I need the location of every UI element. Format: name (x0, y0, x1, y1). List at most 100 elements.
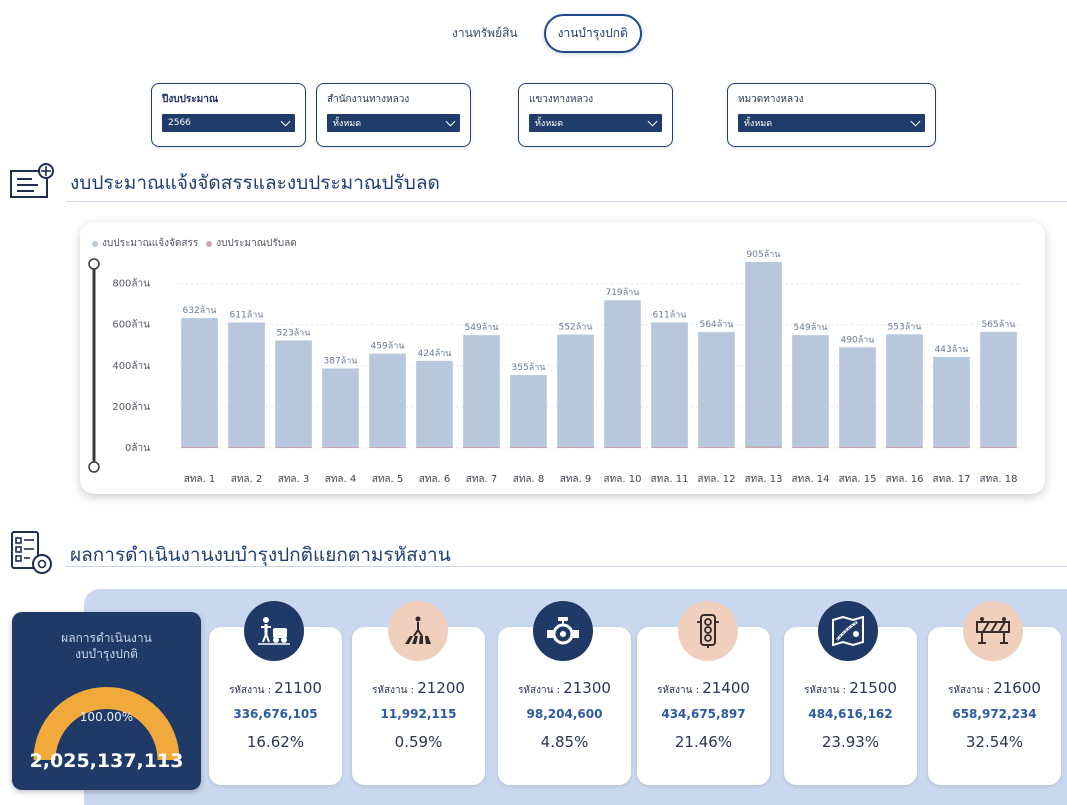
chevron-down-icon (910, 116, 921, 126)
job-code-label: รหัสงาน : (657, 685, 703, 696)
bar-allocated (275, 340, 312, 448)
valve-icon (533, 601, 593, 661)
job-amount: 484,616,162 (808, 707, 893, 721)
tab-assets[interactable]: งานทรัพย์สิน (440, 16, 530, 51)
x-tick-label: สทล. 8 (513, 474, 545, 485)
bar-reduced (228, 447, 265, 448)
select-value: ทั้งหมด (535, 119, 564, 129)
x-tick-label: สทล. 16 (886, 474, 924, 485)
bar-reduced (604, 447, 641, 448)
filter-highway-unit: หมวดทางหลวง ทั้งหมด (727, 83, 936, 147)
bar-allocated (181, 318, 218, 448)
x-tick-label: สทล. 14 (792, 474, 830, 485)
bar-reduced (510, 447, 547, 448)
filter-highway-district: แขวงทางหลวง ทั้งหมด (518, 83, 673, 147)
job-amount: 98,204,600 (526, 707, 603, 721)
y-tick-label: 0ล้าน (125, 442, 150, 454)
budget-bar-chart: 0ล้าน 200ล้าน 400ล้าน 600ล้าน 800ล้าน 632ล้าน… (88, 249, 1022, 485)
bar-allocated (510, 375, 547, 448)
data-label: 611ล้าน (653, 309, 687, 320)
x-tick-label: สทล. 12 (698, 474, 736, 485)
job-percent: 23.93% (821, 733, 880, 751)
total-title-line2: งบบำรุงปกติ (75, 647, 138, 661)
bar-reduced (698, 447, 735, 448)
bar-allocated (557, 334, 594, 448)
job-percent: 21.46% (674, 733, 733, 751)
total-title-line1: ผลการดำเนินงาน (61, 631, 152, 645)
results-checklist-icon (10, 530, 56, 580)
y-tick-label: 400ล้าน (112, 360, 150, 372)
job-code: รหัสงาน : 21100 (209, 679, 342, 698)
job-code-label: รหัสงาน : (372, 685, 418, 696)
x-tick-label: สทล. 17 (933, 474, 971, 485)
bar-allocated (886, 334, 923, 448)
bar-allocated (322, 368, 359, 448)
budget-document-icon (10, 163, 56, 203)
bar-reduced (416, 447, 453, 448)
data-label: 719ล้าน (606, 287, 640, 298)
road-map-icon (818, 601, 878, 661)
data-label: 549ล้าน (465, 322, 499, 333)
job-amount: 434,675,897 (661, 707, 746, 721)
bar-allocated (792, 335, 829, 448)
select-value: 2566 (168, 118, 191, 128)
results-section-header: ผลการดำเนินงานงบบำรุงปกติแยกตามรหัสงาน (10, 530, 451, 580)
x-tick-label: สทล. 5 (372, 474, 404, 485)
chevron-down-icon (280, 116, 291, 126)
bar-reduced (557, 447, 594, 448)
filter-label: หมวดทางหลวง (738, 94, 804, 105)
job-percent: 16.62% (246, 733, 305, 751)
budget-section-header: งบประมาณแจ้งจัดสรรและงบประมาณปรับลด (10, 163, 440, 203)
bar-reduced (651, 447, 688, 448)
x-tick-label: สทล. 6 (419, 474, 451, 485)
data-label: 549ล้าน (794, 322, 828, 333)
data-label: 424ล้าน (418, 348, 452, 359)
bar-reduced (980, 447, 1017, 448)
job-code-label: รหัสงาน : (948, 685, 994, 696)
tab-routine-maintenance[interactable]: งานบำรุงปกติ (543, 14, 642, 53)
job-amount: 658,972,234 (952, 707, 1037, 721)
select-value: ทั้งหมด (744, 119, 773, 129)
select-value: ทั้งหมด (333, 119, 362, 129)
bar-reduced (322, 447, 359, 448)
chevron-down-icon (445, 116, 456, 126)
bar-allocated (651, 322, 688, 448)
bar-reduced (745, 446, 782, 448)
bar-reduced (181, 446, 218, 448)
bar-allocated (933, 356, 970, 448)
fiscal-year-select[interactable]: 2566 (162, 114, 295, 132)
bar-allocated (228, 322, 265, 448)
bar-allocated (745, 262, 782, 448)
range-slider-handle-bottom (88, 461, 100, 473)
x-tick-label: สทล. 4 (325, 474, 357, 485)
job-code-value: 21400 (702, 679, 750, 697)
data-label: 553ล้าน (888, 321, 922, 332)
job-code-label: รหัสงาน : (804, 685, 850, 696)
section-divider (66, 201, 1067, 202)
highway-district-select[interactable]: ทั้งหมด (529, 114, 662, 132)
bar-allocated (698, 332, 735, 448)
highway-unit-select[interactable]: ทั้งหมด (738, 114, 925, 132)
x-tick-label: สทล. 7 (466, 474, 498, 485)
data-label: 564ล้าน (700, 319, 734, 330)
job-percent: 4.85% (540, 733, 589, 751)
dashboard-tabs: งานทรัพย์สิน งานบำรุงปกติ (440, 14, 642, 53)
bar-allocated (463, 335, 500, 448)
highway-office-select[interactable]: ทั้งหมด (327, 114, 460, 132)
x-tick-label: สทล. 13 (745, 474, 783, 485)
bar-reduced (463, 447, 500, 448)
total-percent: 100.00% (79, 710, 134, 724)
job-percent: 32.54% (965, 733, 1024, 751)
y-tick-label: 200ล้าน (112, 401, 150, 413)
x-tick-label: สทล. 1 (184, 474, 216, 485)
bar-reduced (839, 447, 876, 448)
chevron-down-icon (647, 116, 658, 126)
x-tick-label: สทล. 2 (231, 474, 263, 485)
section-divider (66, 566, 1067, 567)
worker-vehicle-icon (244, 601, 304, 661)
data-label: 552ล้าน (559, 322, 593, 333)
x-tick-label: สทล. 10 (604, 474, 642, 485)
job-code: รหัสงาน : 21200 (352, 679, 485, 698)
data-label: 443ล้าน (935, 344, 969, 355)
job-code-value: 21300 (563, 679, 611, 697)
